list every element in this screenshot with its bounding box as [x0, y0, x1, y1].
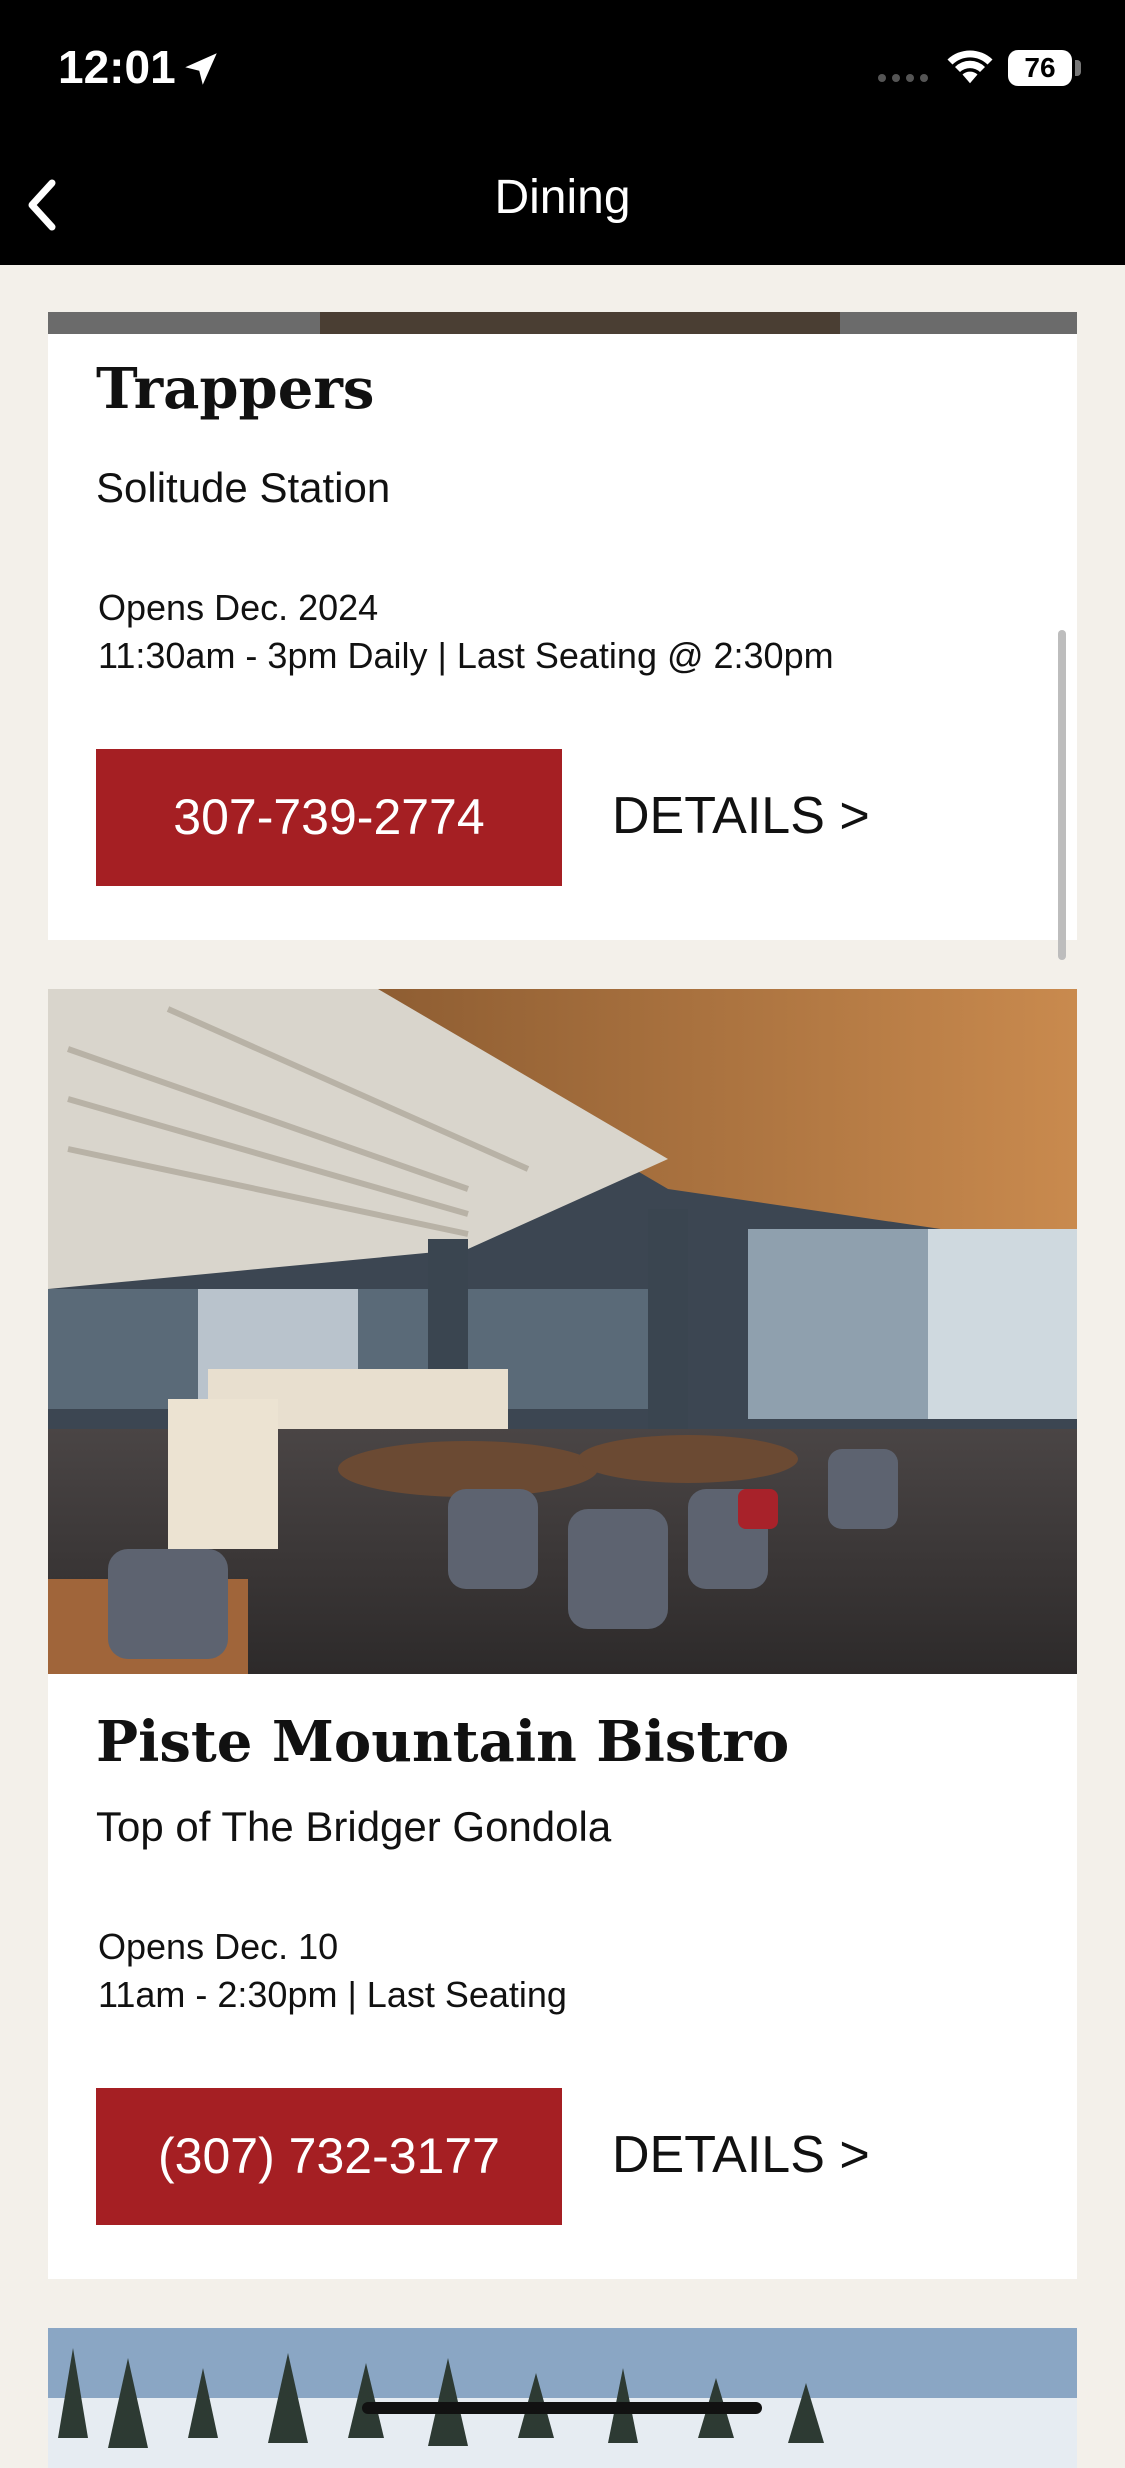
restaurant-card: Trappers Solitude Station Opens Dec. 202… [48, 312, 1077, 940]
call-button[interactable]: (307) 732-3177 [96, 2088, 562, 2225]
home-indicator[interactable] [362, 2402, 762, 2414]
wifi-icon [947, 50, 993, 84]
location-arrow-icon [185, 53, 217, 85]
restaurant-location: Top of The Bridger Gondola [96, 1803, 612, 1850]
details-link[interactable]: DETAILS > [612, 786, 870, 846]
call-button[interactable]: 307-739-2774 [96, 749, 562, 886]
restaurant-opens: Opens Dec. 2024 [98, 587, 379, 628]
nav-bar: Dining [0, 140, 1125, 265]
status-time: 12:01 [58, 41, 176, 93]
restaurant-name: Piste Mountain Bistro [96, 1709, 790, 1775]
page-title: Dining [494, 171, 631, 224]
status-bar: 12:01 76 [0, 0, 1125, 140]
battery-level: 76 [1024, 52, 1056, 83]
restaurant-photo [48, 989, 1077, 1674]
battery-cap [1075, 60, 1081, 76]
restaurant-opens: Opens Dec. 10 [98, 1926, 339, 1967]
restaurant-photo [48, 312, 1077, 334]
restaurant-card [48, 2328, 1077, 2468]
restaurant-hours: 11am - 2:30pm | Last Seating [98, 1974, 567, 2015]
restaurant-card: Piste Mountain Bistro Top of The Bridger… [48, 989, 1077, 2279]
battery-icon: 76 [1008, 50, 1072, 86]
restaurant-name: Trappers [96, 356, 375, 422]
details-link[interactable]: DETAILS > [612, 2125, 870, 2185]
restaurant-photo [48, 2328, 1077, 2468]
scrollbar[interactable] [1058, 630, 1066, 960]
restaurant-hours: 11:30am - 3pm Daily | Last Seating @ 2:3… [98, 635, 834, 676]
cellular-signal-icon [878, 74, 928, 82]
restaurant-location: Solitude Station [96, 464, 391, 511]
